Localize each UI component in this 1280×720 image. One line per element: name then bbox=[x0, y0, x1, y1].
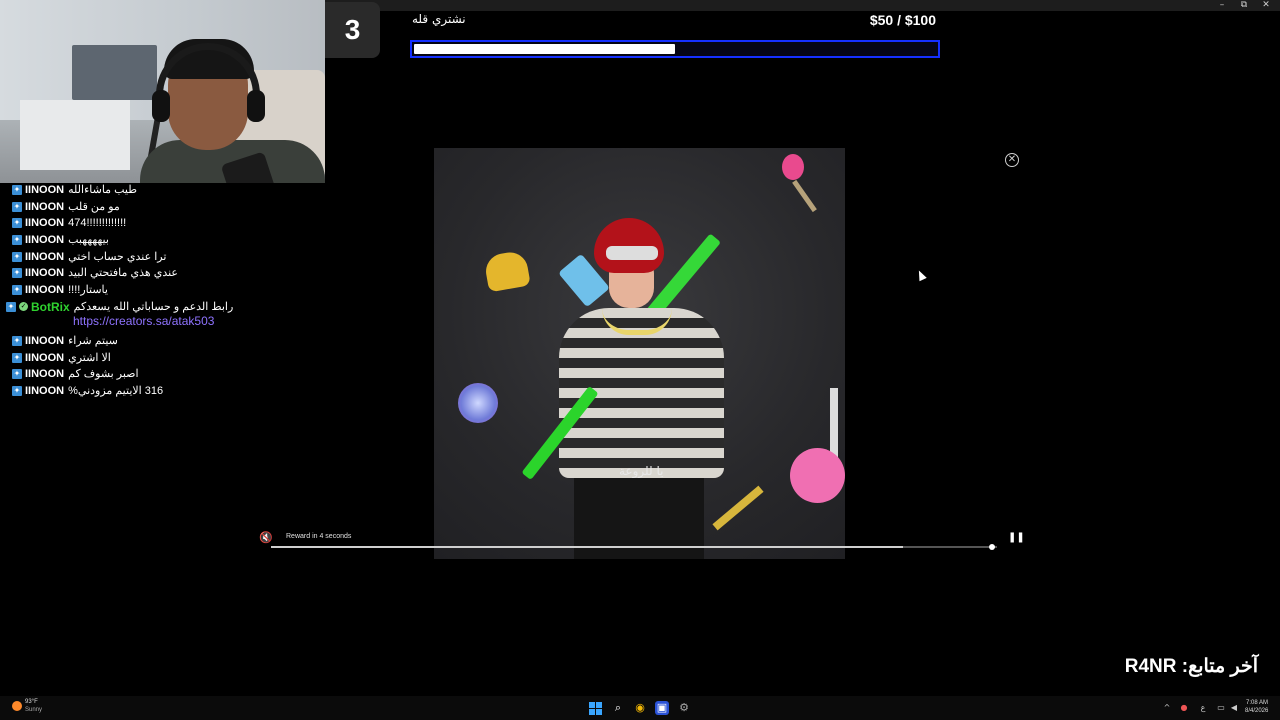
maraca-item bbox=[782, 154, 804, 180]
chat-message: ✦ IINOON ترا عندي حساب اختي bbox=[0, 250, 325, 267]
speaker-muted-icon[interactable]: 🔇 bbox=[259, 532, 273, 544]
webcam-shelf bbox=[20, 100, 130, 170]
gold-helmet-item bbox=[483, 249, 531, 293]
ad-seek-fill bbox=[271, 546, 903, 548]
chat-username[interactable]: IINOON bbox=[25, 250, 64, 264]
latest-follower: آخر متابع: R4NR bbox=[1124, 656, 1258, 677]
chat-username-bot[interactable]: BotRix bbox=[31, 300, 70, 314]
chat-username[interactable]: IINOON bbox=[25, 384, 64, 398]
chat-username[interactable]: IINOON bbox=[25, 233, 64, 247]
chat-message: ✦ IINOON 316 الايتيم مزودني% bbox=[0, 384, 325, 401]
headset-cup-right bbox=[247, 90, 265, 122]
chat-message: ✦ IINOON الا اشتري bbox=[0, 351, 325, 368]
chat-text: 316 الايتيم مزودني% bbox=[68, 384, 164, 397]
webcam-feed bbox=[0, 0, 325, 183]
prime-badge-icon: ✦ bbox=[12, 251, 22, 262]
mouse-cursor-icon bbox=[915, 268, 927, 282]
chat-text: بيههههبب bbox=[68, 234, 109, 247]
network-icon[interactable]: ▭ bbox=[1216, 703, 1226, 713]
chat-text: 474!!!!!!!!!!!!! bbox=[68, 217, 127, 230]
pink-guitar-neck bbox=[830, 388, 838, 458]
ad-seek-bar[interactable] bbox=[271, 546, 997, 548]
chat-message: ✦ IINOON 474!!!!!!!!!!!!! bbox=[0, 216, 325, 233]
ad-video[interactable]: يا للروعة bbox=[434, 148, 845, 559]
chat-panel: ✦ IINOON طيب ماشاءالله ✦ IINOON مو من قل… bbox=[0, 183, 325, 401]
goal-number-badge: 3 bbox=[325, 2, 380, 58]
prime-badge-icon: ✦ bbox=[12, 335, 22, 346]
chat-text: اصبر بشوف كم bbox=[68, 368, 139, 381]
settings-gear-icon[interactable]: ⚙ bbox=[677, 701, 691, 715]
avatar-glasses bbox=[606, 246, 658, 260]
microphone-tray-icon[interactable]: ● bbox=[1179, 703, 1189, 713]
chat-text: الا اشتري bbox=[68, 351, 111, 364]
goal-amount: $50 / $100 bbox=[869, 12, 936, 28]
headset-cup-left bbox=[152, 90, 170, 122]
reward-countdown: Reward in 4 seconds bbox=[286, 533, 352, 540]
streamer bbox=[120, 39, 325, 183]
prime-badge-icon: ✦ bbox=[12, 285, 22, 296]
window-maximize-button[interactable]: ⧉ bbox=[1234, 0, 1254, 11]
tray-chevron-up-icon[interactable]: ^ bbox=[1162, 703, 1172, 713]
goal-title: نشتري قله bbox=[412, 12, 466, 26]
chat-message: ✦ IINOON اصبر بشوف كم bbox=[0, 367, 325, 384]
skull-ball-item bbox=[458, 383, 498, 423]
chat-message: ✦ IINOON سيتم شراء bbox=[0, 334, 325, 351]
chat-username[interactable]: IINOON bbox=[25, 334, 64, 348]
chat-username[interactable]: IINOON bbox=[25, 283, 64, 297]
prime-badge-icon: ✦ bbox=[12, 218, 22, 229]
chat-message: ✦ IINOON بيههههبب bbox=[0, 233, 325, 250]
windows-start-icon[interactable] bbox=[589, 702, 602, 715]
chat-message: ✦ IINOON مو من قلب bbox=[0, 200, 325, 217]
chat-username[interactable]: IINOON bbox=[25, 266, 64, 280]
chat-username[interactable]: IINOON bbox=[25, 367, 64, 381]
chat-message-bot: ✦ ✓ BotRix رابط الدعم و حساباتي الله يسع… bbox=[0, 300, 325, 329]
input-language-indicator[interactable]: ع bbox=[1198, 703, 1208, 713]
window-close-button[interactable]: ✕ bbox=[1256, 0, 1276, 11]
chat-text: مو من قلب bbox=[68, 200, 120, 213]
chat-text: عندي هذي مافتحتي البيد bbox=[68, 267, 178, 280]
clock-date[interactable]: 8/4/2026 bbox=[1245, 708, 1268, 714]
clock-time[interactable]: 7:08 AM bbox=[1246, 700, 1268, 706]
window-minimize-button[interactable]: – bbox=[1212, 0, 1232, 11]
prime-badge-icon: ✦ bbox=[12, 235, 22, 246]
chat-text: ترا عندي حساب اختي bbox=[68, 250, 167, 263]
maraca-stick bbox=[792, 179, 817, 213]
prime-badge-icon: ✦ bbox=[6, 301, 16, 312]
sun-icon[interactable] bbox=[12, 701, 22, 711]
chat-text: رابط الدعم و حساباتي الله يسعدكم bbox=[73, 300, 234, 313]
gold-axe-item bbox=[712, 485, 764, 531]
prime-badge-icon: ✦ bbox=[12, 185, 22, 195]
prime-badge-icon: ✦ bbox=[12, 352, 22, 363]
prime-badge-icon: ✦ bbox=[12, 369, 22, 380]
goal-progress-bar bbox=[410, 40, 940, 58]
chat-username[interactable]: IINOON bbox=[25, 216, 64, 230]
chat-username[interactable]: IINOON bbox=[25, 351, 64, 365]
goal-progress-fill bbox=[414, 44, 675, 54]
app-launcher-icon[interactable]: ▣ bbox=[655, 701, 669, 715]
prime-badge-icon: ✦ bbox=[12, 385, 22, 396]
pink-guitar-item bbox=[790, 448, 845, 503]
chat-message: ✦ IINOON عندي هذي مافتحتي البيد bbox=[0, 266, 325, 283]
pause-icon[interactable]: ❚❚ bbox=[1008, 532, 1025, 544]
ad-caption: يا للروعة bbox=[619, 464, 664, 478]
prime-badge-icon: ✦ bbox=[12, 201, 22, 212]
ad-seek-handle[interactable] bbox=[989, 544, 995, 550]
chrome-icon[interactable]: ◉ bbox=[633, 701, 647, 715]
chat-username[interactable]: IINOON bbox=[25, 183, 64, 197]
chat-text: سيتم شراء bbox=[68, 334, 118, 347]
chat-username[interactable]: IINOON bbox=[25, 200, 64, 214]
close-circle-icon[interactable]: ✕ bbox=[1005, 153, 1019, 167]
chat-text: ياستار!!!! bbox=[68, 284, 108, 297]
weather-condition[interactable]: Sunny bbox=[25, 707, 42, 713]
chat-message: ✦ IINOON ياستار!!!! bbox=[0, 283, 325, 300]
chat-link[interactable]: https://creators.sa/atak503 bbox=[73, 314, 223, 329]
prime-badge-icon: ✦ bbox=[12, 268, 22, 279]
chat-text: طيب ماشاءالله bbox=[68, 184, 137, 196]
volume-icon[interactable]: ◀ bbox=[1229, 703, 1239, 713]
chat-message: ✦ IINOON طيب ماشاءالله bbox=[0, 183, 325, 200]
search-icon[interactable]: ⌕ bbox=[611, 701, 625, 715]
weather-temperature[interactable]: 93°F bbox=[25, 699, 38, 705]
verified-icon: ✓ bbox=[19, 301, 28, 311]
